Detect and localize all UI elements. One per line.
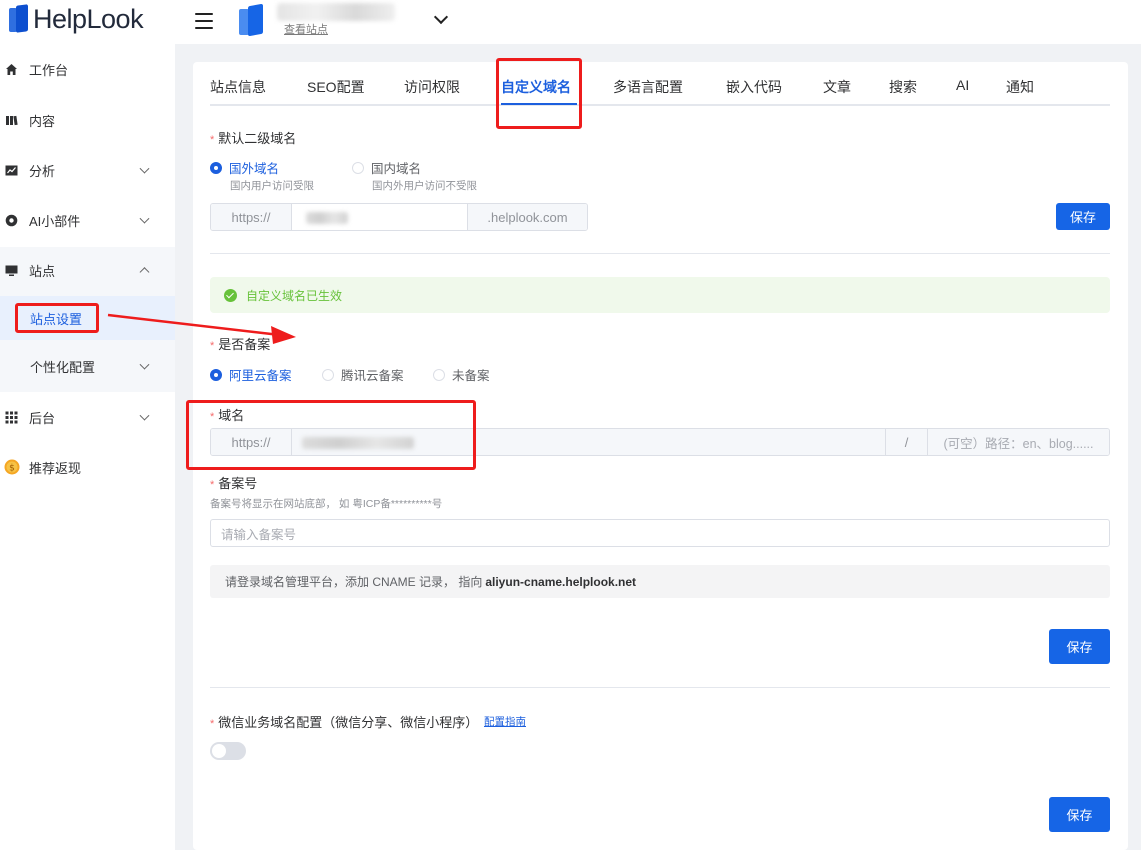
domain-active-alert: 自定义域名已生效: [210, 277, 1110, 313]
alert-text: 自定义域名已生效: [246, 288, 343, 303]
radio-dot: [210, 368, 222, 381]
chevron-up-icon: [139, 267, 150, 278]
wechat-domain-label: * 微信业务域名配置（微信分享、微信小程序）: [210, 715, 479, 730]
custom-domain-input[interactable]: [292, 429, 885, 455]
path-separator: /: [885, 429, 927, 455]
custom-domain-input-group: https:// / (可空）路径：en、blog......: [210, 428, 1110, 456]
subdomain-input[interactable]: [292, 204, 467, 230]
menu-collapse-icon[interactable]: [195, 12, 215, 30]
sidebar-item-analytics[interactable]: 分析: [0, 147, 175, 193]
subdomain-prefix: https://: [211, 204, 292, 230]
save-domain-button[interactable]: 保存: [1049, 629, 1110, 664]
filing-number-hint: 备案号将显示在网站底部， 如 粤ICP备**********号: [210, 498, 443, 510]
site-logo-icon: [239, 3, 265, 37]
sidebar-item-ai-widget[interactable]: AI小部件: [0, 197, 175, 243]
radio-dot: [433, 368, 445, 381]
save-wechat-button[interactable]: 保存: [1049, 797, 1110, 832]
radio-dot: [210, 161, 222, 174]
brand-logo[interactable]: HelpLook: [8, 2, 144, 36]
cname-target: aliyun-cname.helplook.net: [485, 574, 637, 589]
wechat-domain-toggle[interactable]: [210, 742, 246, 760]
redacted-value: [306, 212, 348, 224]
filing-number-input[interactable]: 请输入备案号: [210, 519, 1110, 547]
tab-seo[interactable]: SEO配置: [307, 77, 365, 97]
tab-articles[interactable]: 文章: [823, 77, 851, 97]
book-icon: [5, 114, 18, 127]
redacted-value: [302, 437, 414, 449]
check-circle-icon: [224, 288, 237, 302]
grid-icon: [5, 411, 18, 424]
tab-custom-domain[interactable]: 自定义域名: [501, 77, 571, 97]
sidebar: HelpLook 工作台 内容 分析 AI小部件 站点 站点设置 个性化配置 后…: [0, 0, 175, 850]
sidebar-item-label: 站点: [29, 263, 56, 279]
chevron-down-icon: [139, 163, 150, 174]
filing-number-label: * 备案号: [210, 476, 258, 491]
tab-site-info[interactable]: 站点信息: [210, 77, 266, 97]
sidebar-subitem-label: 个性化配置: [30, 359, 96, 375]
radio-dot: [352, 161, 364, 174]
domestic-domain-hint: 国内外用户访问不受限: [372, 180, 477, 192]
sidebar-item-label: 后台: [29, 410, 56, 426]
active-tab-indicator: [501, 103, 577, 105]
domain-label: * 域名: [210, 408, 245, 423]
chevron-down-icon: [139, 410, 150, 421]
ai-widget-icon: [5, 214, 18, 227]
section-divider: [210, 253, 1110, 254]
chevron-down-icon: [139, 359, 150, 370]
overseas-domain-hint: 国内用户访问受限: [230, 180, 314, 192]
annotation-arrow-icon: [107, 313, 296, 344]
brand-name: HelpLook: [33, 3, 144, 34]
sidebar-item-label: AI小部件: [29, 213, 81, 229]
tab-embed-code[interactable]: 嵌入代码: [726, 77, 782, 97]
tab-multilingual[interactable]: 多语言配置: [613, 77, 683, 97]
radio-tencent-filing[interactable]: 腾讯云备案: [322, 365, 404, 384]
sidebar-item-backend[interactable]: 后台: [0, 394, 175, 440]
sidebar-subitem-personalization[interactable]: 个性化配置: [0, 344, 175, 388]
config-guide-link[interactable]: 配置指南: [484, 714, 526, 729]
sidebar-item-content[interactable]: 内容: [0, 97, 175, 143]
sidebar-item-referral[interactable]: $ 推荐返现: [0, 444, 175, 490]
view-site-link[interactable]: 查看站点: [284, 21, 328, 37]
radio-dot: [322, 368, 334, 381]
radio-aliyun-filing[interactable]: 阿里云备案: [210, 365, 292, 384]
monitor-icon: [5, 264, 18, 277]
settings-panel: 站点信息 SEO配置 访问权限 自定义域名 多语言配置 嵌入代码 文章 搜索 A…: [193, 62, 1128, 850]
site-switcher-chevron-icon[interactable]: [433, 9, 449, 25]
chevron-down-icon: [139, 213, 150, 224]
save-subdomain-button[interactable]: 保存: [1056, 203, 1110, 230]
sidebar-subitem-label: 站点设置: [30, 311, 83, 327]
subdomain-suffix: .helplook.com: [467, 204, 587, 230]
site-name-redacted: [277, 3, 395, 21]
cname-notice: 请登录域名管理平台，添加 CNAME 记录， 指向 aliyun-cname.h…: [210, 565, 1110, 598]
section-divider: [210, 687, 1110, 688]
coin-icon: $: [4, 459, 20, 475]
sidebar-item-site[interactable]: 站点: [0, 247, 175, 293]
helplook-logo-icon: [8, 4, 30, 34]
tab-notifications[interactable]: 通知: [1006, 77, 1034, 97]
path-input[interactable]: (可空）路径：en、blog......: [927, 429, 1109, 455]
home-icon: [5, 63, 18, 76]
tab-access[interactable]: 访问权限: [404, 77, 460, 97]
sidebar-item-label: 推荐返现: [29, 460, 82, 476]
default-domain-label: * 默认二级域名: [210, 131, 297, 146]
radio-domestic-domain[interactable]: 国内域名: [352, 158, 421, 177]
domain-prefix: https://: [211, 429, 292, 455]
cname-notice-text: 请登录域名管理平台，添加 CNAME 记录， 指向: [225, 575, 483, 589]
sidebar-item-label: 内容: [29, 113, 56, 129]
sidebar-item-label: 工作台: [29, 62, 69, 78]
svg-text:$: $: [9, 464, 15, 474]
settings-tabs: 站点信息 SEO配置 访问权限 自定义域名 多语言配置 嵌入代码 文章 搜索 A…: [210, 62, 1110, 106]
radio-no-filing[interactable]: 未备案: [433, 365, 490, 384]
subdomain-input-group: https:// .helplook.com: [210, 203, 588, 231]
tab-ai[interactable]: AI: [956, 77, 969, 93]
topbar: 查看站点: [175, 0, 1141, 44]
sidebar-item-label: 分析: [29, 163, 56, 179]
chart-icon: [5, 164, 18, 177]
sidebar-item-workbench[interactable]: 工作台: [0, 46, 175, 92]
radio-overseas-domain[interactable]: 国外域名: [210, 158, 279, 177]
tab-search[interactable]: 搜索: [889, 77, 917, 97]
